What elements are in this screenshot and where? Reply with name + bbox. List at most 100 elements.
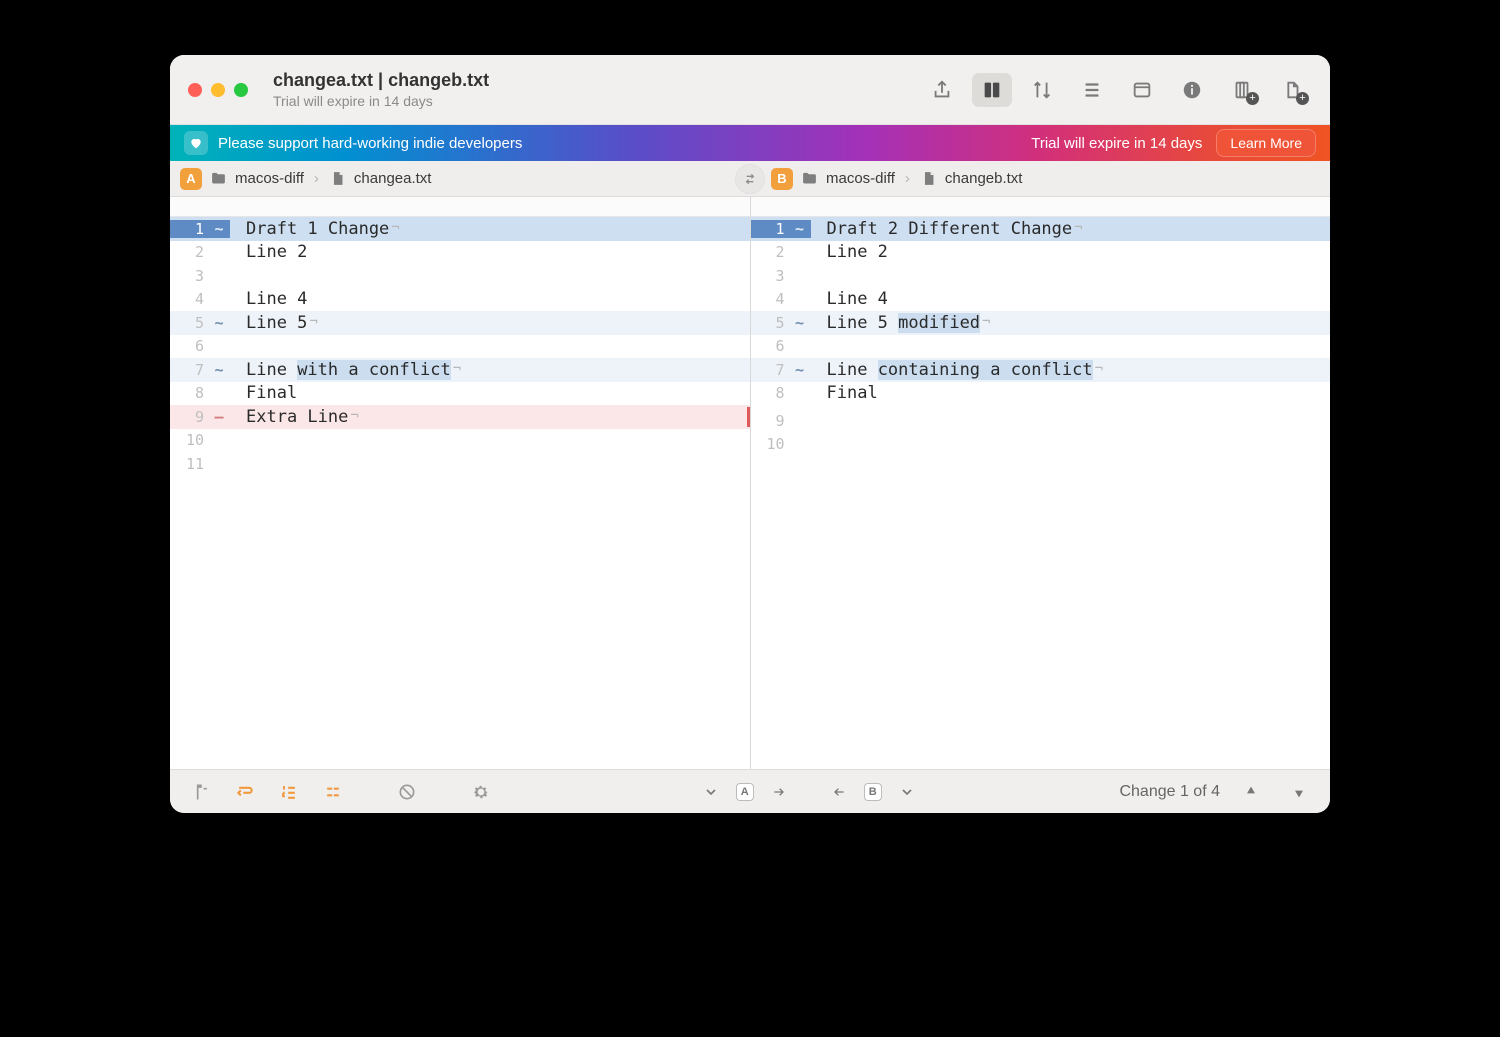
copy-left-button[interactable]	[822, 777, 856, 807]
share-button[interactable]	[922, 73, 962, 107]
gutter: 8	[170, 384, 230, 402]
gutter: 1~	[751, 220, 811, 238]
editor: 1~Draft 1 Change2Line 234Line 45~Line 56…	[170, 197, 1330, 769]
path-folder-b: macos-diff	[826, 170, 895, 187]
gutter: 6	[751, 337, 811, 355]
code-line[interactable]: 1~Draft 2 Different Change	[751, 217, 1331, 241]
ruler-b	[751, 197, 1331, 217]
banner-trial-text: Trial will expire in 14 days	[1031, 135, 1202, 152]
format-button[interactable]	[184, 777, 218, 807]
traffic-lights	[188, 83, 248, 97]
view-list-button[interactable]	[1072, 73, 1112, 107]
window-title: changea.txt | changeb.txt	[273, 70, 489, 91]
code-line[interactable]: 7~Line with a conflict	[170, 358, 750, 382]
gutter: 1~	[170, 220, 230, 238]
path-bars: A macos-diff › changea.txt B macos-diff …	[170, 161, 1330, 197]
whitespace-button[interactable]	[316, 777, 350, 807]
side-badge-b: B	[771, 168, 793, 190]
line-content: Extra Line	[230, 407, 750, 427]
code-line[interactable]: 3	[751, 264, 1331, 288]
gutter: 9–	[170, 408, 230, 426]
line-content: Final	[811, 383, 1331, 403]
banner-message: Please support hard-working indie develo…	[218, 135, 522, 152]
app-window: changea.txt | changeb.txt Trial will exp…	[170, 55, 1330, 813]
code-line[interactable]: 8Final	[170, 382, 750, 406]
chevron-down-icon[interactable]	[890, 777, 924, 807]
status-bar: A B Change 1 of 4	[170, 769, 1330, 813]
line-content: Line with a conflict	[230, 360, 750, 380]
gutter: 6	[170, 337, 230, 355]
path-bar-b[interactable]: B macos-diff › changeb.txt	[739, 161, 1330, 196]
path-folder-a: macos-diff	[235, 170, 304, 187]
code-line[interactable]: 4Line 4	[751, 288, 1331, 312]
settings-button[interactable]	[464, 777, 498, 807]
gutter: 10	[751, 435, 811, 453]
code-line[interactable]: 7~Line containing a conflict	[751, 358, 1331, 382]
learn-more-button[interactable]: Learn More	[1216, 129, 1316, 157]
view-unified-button[interactable]	[1022, 73, 1062, 107]
gutter: 11	[170, 455, 230, 473]
gutter: 8	[751, 384, 811, 402]
gutter: 5~	[170, 314, 230, 332]
window-mode-button[interactable]	[1122, 73, 1162, 107]
gutter: 10	[170, 431, 230, 449]
add-file-button[interactable]	[1272, 73, 1312, 107]
chevron-right-icon: ›	[903, 170, 912, 187]
fullscreen-window-button[interactable]	[234, 83, 248, 97]
titlebar: changea.txt | changeb.txt Trial will exp…	[170, 55, 1330, 125]
code-line[interactable]: 3	[170, 264, 750, 288]
wrap-button[interactable]	[228, 777, 262, 807]
code-line[interactable]: 2Line 2	[170, 241, 750, 265]
gutter: 5~	[751, 314, 811, 332]
gutter: 4	[170, 290, 230, 308]
line-content: Line 2	[230, 242, 750, 262]
code-line[interactable]: 5~Line 5 modified	[751, 311, 1331, 335]
line-numbers-button[interactable]	[272, 777, 306, 807]
code-line[interactable]: 11	[170, 452, 750, 476]
swap-sides-button[interactable]	[736, 165, 764, 193]
chevron-down-icon[interactable]	[694, 777, 728, 807]
code-line[interactable]: 9	[751, 409, 1331, 433]
line-content: Line 4	[230, 289, 750, 309]
line-content: Draft 1 Change	[230, 219, 750, 239]
code-line[interactable]: 4Line 4	[170, 288, 750, 312]
support-banner: Please support hard-working indie develo…	[170, 125, 1330, 161]
filter-button[interactable]	[390, 777, 424, 807]
path-file-a: changea.txt	[354, 170, 432, 187]
prev-change-button[interactable]	[1234, 777, 1268, 807]
folder-icon	[210, 170, 227, 187]
lines-b: 1~Draft 2 Different Change2Line 234Line …	[751, 217, 1331, 456]
close-window-button[interactable]	[188, 83, 202, 97]
pane-a[interactable]: 1~Draft 1 Change2Line 234Line 45~Line 56…	[170, 197, 750, 769]
window-subtitle: Trial will expire in 14 days	[273, 93, 489, 109]
copy-right-button[interactable]	[762, 777, 796, 807]
code-line[interactable]: 8Final	[751, 382, 1331, 406]
code-line[interactable]: 10	[751, 433, 1331, 457]
code-line[interactable]: 5~Line 5	[170, 311, 750, 335]
change-counter: Change 1 of 4	[1119, 783, 1220, 801]
file-icon	[329, 170, 346, 187]
file-icon	[920, 170, 937, 187]
minimize-window-button[interactable]	[211, 83, 225, 97]
code-line[interactable]: 9–Extra Line	[170, 405, 750, 429]
code-line[interactable]: 2Line 2	[751, 241, 1331, 265]
code-line[interactable]: 1~Draft 1 Change	[170, 217, 750, 241]
merge-from-a-badge: A	[736, 783, 754, 801]
info-button[interactable]	[1172, 73, 1212, 107]
heart-icon	[184, 131, 208, 155]
change-navigation: Change 1 of 4	[1119, 777, 1316, 807]
view-side-by-side-button[interactable]	[972, 73, 1012, 107]
code-line[interactable]: 6	[170, 335, 750, 359]
gutter: 3	[170, 267, 230, 285]
gutter: 2	[170, 243, 230, 261]
merge-from-b-badge: B	[864, 783, 882, 801]
title-block: changea.txt | changeb.txt Trial will exp…	[273, 70, 489, 109]
code-line[interactable]: 10	[170, 429, 750, 453]
add-files-button[interactable]	[1222, 73, 1262, 107]
next-change-button[interactable]	[1282, 777, 1316, 807]
code-line[interactable]: 6	[751, 335, 1331, 359]
path-bar-a[interactable]: A macos-diff › changea.txt	[170, 161, 739, 196]
pane-b[interactable]: 1~Draft 2 Different Change2Line 234Line …	[750, 197, 1331, 769]
merge-controls: A B	[694, 777, 924, 807]
folder-icon	[801, 170, 818, 187]
